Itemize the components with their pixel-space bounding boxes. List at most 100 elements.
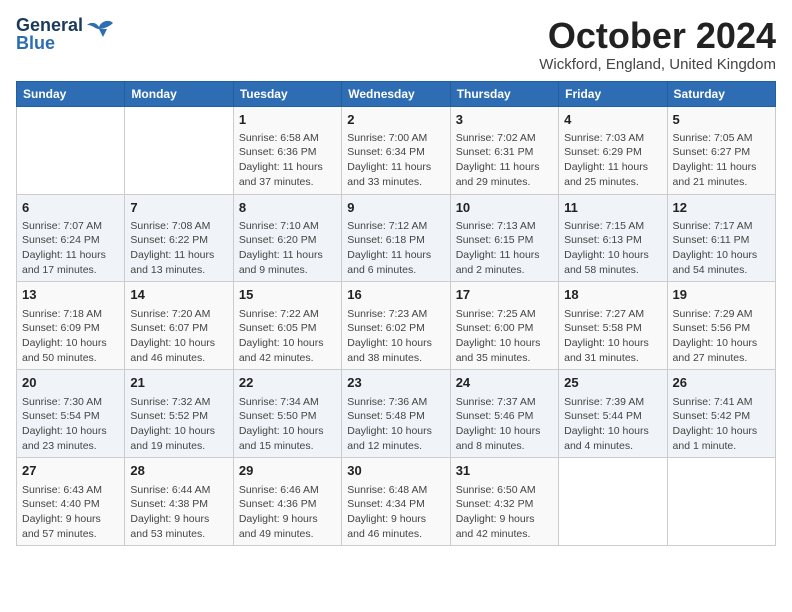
day-info: Sunrise: 6:50 AMSunset: 4:32 PMDaylight:… (456, 483, 553, 542)
day-info: Sunrise: 7:18 AMSunset: 6:09 PMDaylight:… (22, 307, 119, 366)
logo-line2: Blue (16, 34, 83, 52)
calendar-cell: 5 Sunrise: 7:05 AMSunset: 6:27 PMDaylight… (667, 106, 775, 194)
day-number: 1 (239, 111, 336, 129)
col-header-sunday: Sunday (17, 81, 125, 106)
day-info: Sunrise: 7:32 AMSunset: 5:52 PMDaylight:… (130, 395, 227, 454)
logo-line1: General (16, 16, 83, 34)
day-number: 20 (22, 374, 119, 392)
day-number: 11 (564, 199, 661, 217)
logo-bird-icon (85, 19, 117, 43)
calendar-cell: 9 Sunrise: 7:12 AMSunset: 6:18 PMDaylight… (342, 194, 450, 282)
day-number: 27 (22, 462, 119, 480)
day-number: 26 (673, 374, 770, 392)
day-info: Sunrise: 7:29 AMSunset: 5:56 PMDaylight:… (673, 307, 770, 366)
calendar-cell: 3 Sunrise: 7:02 AMSunset: 6:31 PMDaylight… (450, 106, 558, 194)
day-info: Sunrise: 7:02 AMSunset: 6:31 PMDaylight:… (456, 131, 553, 190)
calendar-cell: 23Sunrise: 7:36 AMSunset: 5:48 PMDayligh… (342, 370, 450, 458)
day-number: 5 (673, 111, 770, 129)
calendar-cell: 14Sunrise: 7:20 AMSunset: 6:07 PMDayligh… (125, 282, 233, 370)
day-info: Sunrise: 7:27 AMSunset: 5:58 PMDaylight:… (564, 307, 661, 366)
col-header-wednesday: Wednesday (342, 81, 450, 106)
day-number: 18 (564, 286, 661, 304)
day-info: Sunrise: 7:15 AMSunset: 6:13 PMDaylight:… (564, 219, 661, 278)
day-number: 21 (130, 374, 227, 392)
header: General Blue October 2024 Wickford, Engl… (16, 16, 776, 73)
month-title: October 2024 (539, 16, 776, 56)
day-info: Sunrise: 7:39 AMSunset: 5:44 PMDaylight:… (564, 395, 661, 454)
day-info: Sunrise: 7:10 AMSunset: 6:20 PMDaylight:… (239, 219, 336, 278)
day-info: Sunrise: 7:30 AMSunset: 5:54 PMDaylight:… (22, 395, 119, 454)
day-number: 28 (130, 462, 227, 480)
calendar-cell: 13 Sunrise: 7:18 AMSunset: 6:09 PMDayligh… (17, 282, 125, 370)
day-info: Sunrise: 7:41 AMSunset: 5:42 PMDaylight:… (673, 395, 770, 454)
day-number: 10 (456, 199, 553, 217)
day-number: 8 (239, 199, 336, 217)
day-info: Sunrise: 7:37 AMSunset: 5:46 PMDaylight:… (456, 395, 553, 454)
day-info: Sunrise: 6:44 AMSunset: 4:38 PMDaylight:… (130, 483, 227, 542)
calendar-cell: 30Sunrise: 6:48 AMSunset: 4:34 PMDayligh… (342, 458, 450, 546)
day-info: Sunrise: 7:03 AMSunset: 6:29 PMDaylight:… (564, 131, 661, 190)
day-number: 30 (347, 462, 444, 480)
week-row-3: 13 Sunrise: 7:18 AMSunset: 6:09 PMDayligh… (17, 282, 776, 370)
day-number: 2 (347, 111, 444, 129)
calendar-cell: 25 Sunrise: 7:39 AMSunset: 5:44 PMDayligh… (559, 370, 667, 458)
week-row-1: 1 Sunrise: 6:58 AMSunset: 6:36 PMDaylight… (17, 106, 776, 194)
col-header-friday: Friday (559, 81, 667, 106)
day-info: Sunrise: 7:05 AMSunset: 6:27 PMDaylight:… (673, 131, 770, 190)
day-number: 24 (456, 374, 553, 392)
day-info: Sunrise: 7:13 AMSunset: 6:15 PMDaylight:… (456, 219, 553, 278)
calendar-cell: 27Sunrise: 6:43 AMSunset: 4:40 PMDayligh… (17, 458, 125, 546)
logo: General Blue (16, 16, 117, 52)
week-row-4: 20 Sunrise: 7:30 AMSunset: 5:54 PMDayligh… (17, 370, 776, 458)
col-header-tuesday: Tuesday (233, 81, 341, 106)
day-number: 9 (347, 199, 444, 217)
calendar-cell: 1 Sunrise: 6:58 AMSunset: 6:36 PMDaylight… (233, 106, 341, 194)
day-number: 25 (564, 374, 661, 392)
calendar-cell: 18 Sunrise: 7:27 AMSunset: 5:58 PMDayligh… (559, 282, 667, 370)
week-row-5: 27Sunrise: 6:43 AMSunset: 4:40 PMDayligh… (17, 458, 776, 546)
calendar-cell (125, 106, 233, 194)
calendar-cell: 26 Sunrise: 7:41 AMSunset: 5:42 PMDayligh… (667, 370, 775, 458)
day-info: Sunrise: 7:17 AMSunset: 6:11 PMDaylight:… (673, 219, 770, 278)
calendar-cell: 10 Sunrise: 7:13 AMSunset: 6:15 PMDayligh… (450, 194, 558, 282)
day-info: Sunrise: 7:25 AMSunset: 6:00 PMDaylight:… (456, 307, 553, 366)
calendar-cell: 24 Sunrise: 7:37 AMSunset: 5:46 PMDayligh… (450, 370, 558, 458)
calendar-cell: 15Sunrise: 7:22 AMSunset: 6:05 PMDayligh… (233, 282, 341, 370)
header-row: SundayMondayTuesdayWednesdayThursdayFrid… (17, 81, 776, 106)
calendar-cell (17, 106, 125, 194)
day-info: Sunrise: 7:36 AMSunset: 5:48 PMDaylight:… (347, 395, 444, 454)
calendar-cell: 21 Sunrise: 7:32 AMSunset: 5:52 PMDayligh… (125, 370, 233, 458)
day-number: 3 (456, 111, 553, 129)
day-info: Sunrise: 6:58 AMSunset: 6:36 PMDaylight:… (239, 131, 336, 190)
calendar-cell: 8 Sunrise: 7:10 AMSunset: 6:20 PMDaylight… (233, 194, 341, 282)
day-number: 4 (564, 111, 661, 129)
day-info: Sunrise: 6:46 AMSunset: 4:36 PMDaylight:… (239, 483, 336, 542)
calendar-cell: 29 Sunrise: 6:46 AMSunset: 4:36 PMDayligh… (233, 458, 341, 546)
week-row-2: 6Sunrise: 7:07 AMSunset: 6:24 PMDaylight… (17, 194, 776, 282)
calendar-cell: 20 Sunrise: 7:30 AMSunset: 5:54 PMDayligh… (17, 370, 125, 458)
day-number: 16 (347, 286, 444, 304)
calendar-cell: 6Sunrise: 7:07 AMSunset: 6:24 PMDaylight… (17, 194, 125, 282)
col-header-thursday: Thursday (450, 81, 558, 106)
calendar-table: SundayMondayTuesdayWednesdayThursdayFrid… (16, 81, 776, 547)
day-info: Sunrise: 7:08 AMSunset: 6:22 PMDaylight:… (130, 219, 227, 278)
calendar-cell: 28 Sunrise: 6:44 AMSunset: 4:38 PMDayligh… (125, 458, 233, 546)
day-number: 22 (239, 374, 336, 392)
calendar-cell: 17Sunrise: 7:25 AMSunset: 6:00 PMDayligh… (450, 282, 558, 370)
title-block: October 2024 Wickford, England, United K… (539, 16, 776, 73)
location: Wickford, England, United Kingdom (539, 56, 776, 73)
day-info: Sunrise: 7:23 AMSunset: 6:02 PMDaylight:… (347, 307, 444, 366)
day-number: 12 (673, 199, 770, 217)
col-header-saturday: Saturday (667, 81, 775, 106)
day-number: 7 (130, 199, 227, 217)
day-number: 31 (456, 462, 553, 480)
day-info: Sunrise: 7:34 AMSunset: 5:50 PMDaylight:… (239, 395, 336, 454)
day-info: Sunrise: 7:22 AMSunset: 6:05 PMDaylight:… (239, 307, 336, 366)
calendar-cell: 22 Sunrise: 7:34 AMSunset: 5:50 PMDayligh… (233, 370, 341, 458)
day-number: 13 (22, 286, 119, 304)
day-number: 19 (673, 286, 770, 304)
calendar-cell: 7 Sunrise: 7:08 AMSunset: 6:22 PMDaylight… (125, 194, 233, 282)
day-number: 29 (239, 462, 336, 480)
calendar-cell (559, 458, 667, 546)
day-info: Sunrise: 7:12 AMSunset: 6:18 PMDaylight:… (347, 219, 444, 278)
